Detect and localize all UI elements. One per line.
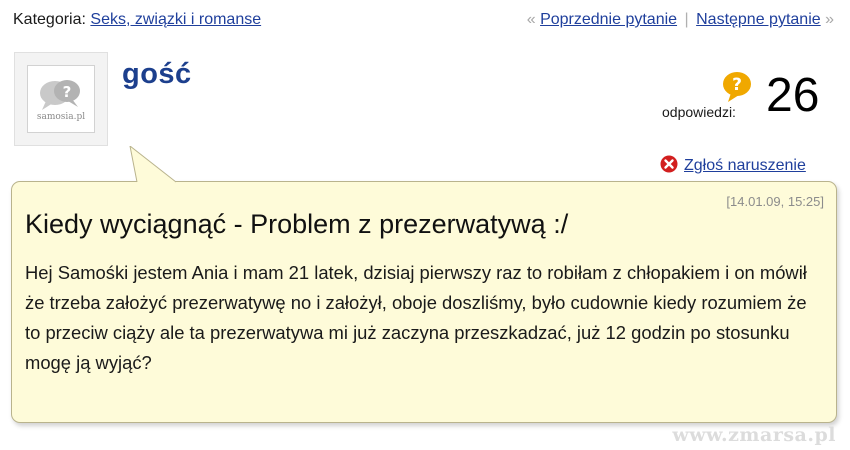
top-bar: Kategoria: Seks, związki i romanse « Pop… — [0, 8, 850, 32]
question-timestamp: [14.01.09, 15:25] — [726, 194, 824, 209]
watermark: www.zmarsa.pl — [672, 424, 836, 446]
avatar[interactable]: ? samosia.pl — [14, 52, 108, 146]
avatar-brand: samosia.pl — [36, 112, 86, 122]
breadcrumb: Kategoria: Seks, związki i romanse — [13, 11, 261, 29]
question-bubble: [14.01.09, 15:25] Kiedy wyciągnąć - Prob… — [11, 181, 837, 423]
question-title: Kiedy wyciągnąć - Problem z prezerwatywą… — [25, 209, 569, 239]
author-name[interactable]: gość — [122, 58, 192, 91]
svg-text:?: ? — [732, 75, 742, 95]
report-abuse[interactable]: Zgłoś naruszenie — [660, 155, 806, 175]
category-label: Kategoria: — [13, 11, 86, 28]
bubble-tail — [129, 146, 177, 183]
next-chevron-icon: » — [825, 11, 834, 28]
category-link[interactable]: Seks, związki i romanse — [90, 11, 261, 28]
question-pager: « Poprzednie pytanie | Następne pytanie … — [527, 11, 834, 29]
close-circle-icon — [660, 155, 678, 173]
answers-label: odpowiedzi: — [662, 104, 736, 120]
prev-chevron-icon: « — [526, 11, 536, 28]
default-avatar-icon: ? — [40, 80, 80, 110]
report-abuse-link[interactable]: Zgłoś naruszenie — [684, 157, 806, 174]
answers-count: 26 — [766, 69, 820, 122]
question-bubble-icon: ? — [723, 72, 751, 102]
avatar-image: ? samosia.pl — [27, 65, 95, 133]
question-body: Hej Samośki jestem Ania i mam 21 latek, … — [25, 262, 807, 373]
svg-text:?: ? — [63, 83, 72, 101]
previous-question-link[interactable]: Poprzednie pytanie — [540, 11, 677, 28]
pager-separator: | — [684, 11, 689, 28]
next-question-link[interactable]: Następne pytanie — [696, 11, 821, 28]
